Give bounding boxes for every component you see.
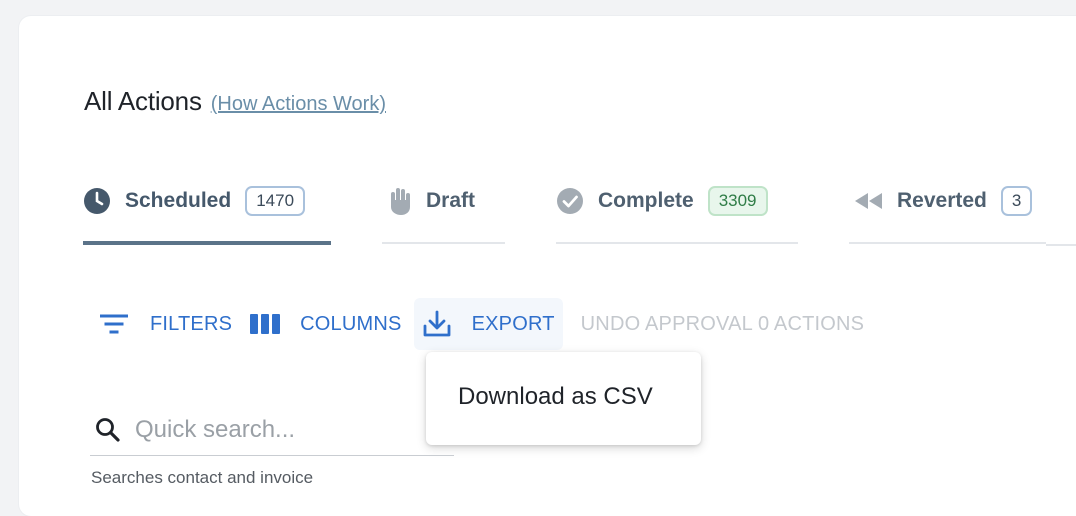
tab-bar-divider xyxy=(1046,244,1076,246)
tab-label: Draft xyxy=(426,189,476,212)
columns-button[interactable]: COLUMNS xyxy=(240,298,409,350)
export-label: EXPORT xyxy=(471,312,555,335)
grid-toolbar: FILTERS COLUMNS EXPORT UNDO APPROVAL 0 A… xyxy=(96,298,872,350)
tab-count-badge: 3309 xyxy=(707,186,768,216)
tab-label: Reverted xyxy=(897,189,987,212)
tab-underline xyxy=(382,242,505,244)
tab-draft[interactable]: Draft xyxy=(382,180,505,244)
undo-approval-button[interactable]: UNDO APPROVAL 0 ACTIONS xyxy=(573,298,873,350)
download-icon xyxy=(422,310,452,338)
export-menu: Download as CSV xyxy=(426,352,701,445)
tab-reverted[interactable]: Reverted 3 xyxy=(849,180,1046,244)
tab-active-indicator xyxy=(83,241,331,245)
tab-count-badge: 1470 xyxy=(245,186,306,216)
search-input[interactable] xyxy=(133,415,437,445)
tab-underline xyxy=(849,242,1046,244)
filters-label: FILTERS xyxy=(150,312,233,335)
search-icon xyxy=(95,417,121,443)
tab-scheduled[interactable]: Scheduled 1470 xyxy=(83,180,331,245)
hand-icon xyxy=(388,186,412,216)
tab-underline xyxy=(556,242,798,244)
columns-icon xyxy=(250,313,281,335)
page-title: All Actions xyxy=(84,86,202,116)
export-button[interactable]: EXPORT xyxy=(413,298,563,350)
title-row: All Actions (How Actions Work) xyxy=(84,86,386,117)
tab-bar: Scheduled 1470 Draft Complete 3309 Rever… xyxy=(83,180,1076,246)
filters-button[interactable]: FILTERS xyxy=(96,298,240,350)
tab-count-badge: 3 xyxy=(1000,186,1033,216)
tab-complete[interactable]: Complete 3309 xyxy=(556,180,798,244)
check-circle-icon xyxy=(556,187,584,215)
undo-approval-label: UNDO APPROVAL 0 ACTIONS xyxy=(580,312,865,335)
tab-label: Scheduled xyxy=(125,189,232,212)
columns-label: COLUMNS xyxy=(300,312,402,335)
download-csv-menu-item[interactable]: Download as CSV xyxy=(458,383,653,411)
quick-search xyxy=(90,405,454,456)
search-helper-text: Searches contact and invoice xyxy=(91,468,314,487)
clock-icon xyxy=(83,187,111,215)
how-actions-work-link[interactable]: (How Actions Work) xyxy=(211,93,386,116)
tab-label: Complete xyxy=(598,189,694,212)
filter-icon xyxy=(100,313,128,335)
rewind-icon xyxy=(853,191,883,211)
